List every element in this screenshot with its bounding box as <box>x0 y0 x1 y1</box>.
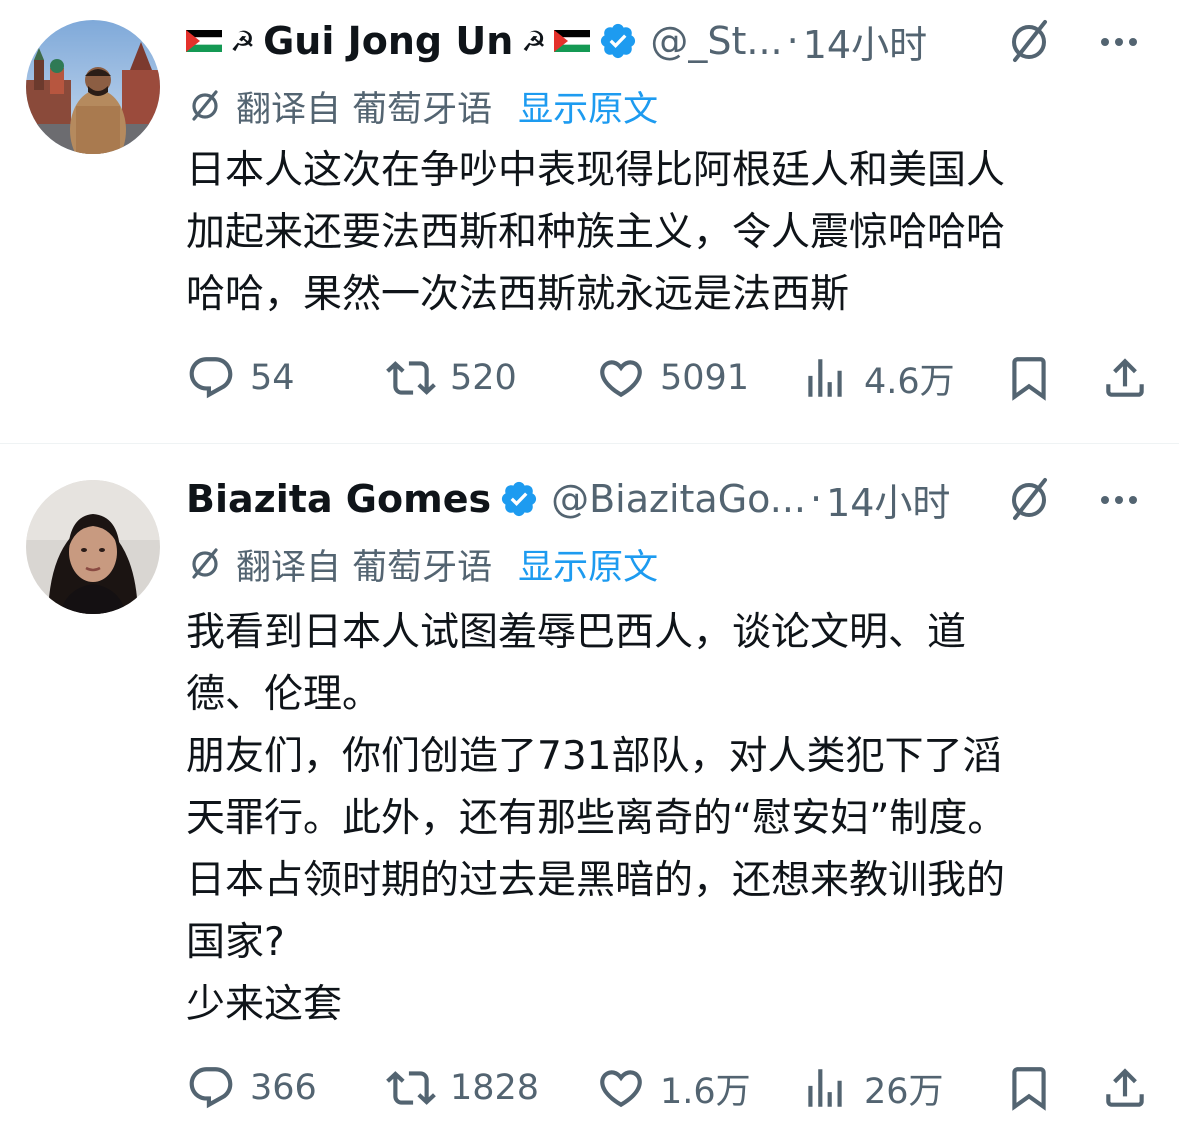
display-name[interactable]: ☭ Gui Jong Un ☭ <box>186 19 591 63</box>
reply-button[interactable]: 54 <box>186 350 295 406</box>
tweet[interactable]: ☭ Gui Jong Un ☭ @_St... · 14小时 翻译自 葡萄牙语 … <box>0 0 1179 443</box>
retweet-button[interactable]: 520 <box>386 350 517 406</box>
show-original-link[interactable]: 显示原文 <box>518 81 658 132</box>
like-button[interactable]: 1.6万 <box>596 1060 751 1116</box>
timestamp[interactable]: 14小时 <box>826 472 950 527</box>
views-chart-icon <box>808 359 842 397</box>
palestine-flag-icon <box>554 30 591 52</box>
avatar-image <box>26 480 160 614</box>
handle[interactable]: @_St... <box>650 19 782 63</box>
translation-note: 翻译自 葡萄牙语 显示原文 <box>186 540 658 588</box>
verified-badge-icon[interactable] <box>499 479 539 519</box>
tweet-text-line: 日本占领时期的过去是黑暗的，还想来教训我的 <box>186 858 1006 903</box>
reply-button[interactable]: 366 <box>186 1060 317 1116</box>
bookmark-icon <box>1012 357 1046 401</box>
tweet-text-line: 天罪行。此外，还有那些离奇的“慰安妇”制度。 <box>186 796 1007 841</box>
tweet-text-line: 德、伦理。 <box>186 672 382 717</box>
avatar-image <box>26 20 160 154</box>
tweet-text-line: 朋友们，你们创造了731部队，对人类犯下了滔 <box>186 734 1002 779</box>
tweet[interactable]: Biazita Gomes @BiazitaGo... · 14小时 翻译自 葡… <box>0 444 1179 1140</box>
share-button[interactable] <box>1100 1060 1150 1116</box>
action-bar: 366 1828 1.6万 26万 <box>186 1060 1153 1116</box>
tweet-text-line: 我看到日本人试图羞辱巴西人，谈论文明、道 <box>186 610 967 655</box>
tweet-text-line: 日本人这次在争吵中表现得比阿根廷人和美国人 <box>186 148 1006 193</box>
tweet-text-line: 哈哈，果然一次法西斯就永远是法西斯 <box>186 272 850 317</box>
share-button[interactable] <box>1100 350 1150 406</box>
views-count: 4.6万 <box>864 361 955 402</box>
tweet-text: 我看到日本人试图羞辱巴西人，谈论文明、道 德、伦理。 朋友们，你们创造了731部… <box>186 602 1146 1036</box>
retweet-count: 1828 <box>450 1068 540 1108</box>
separator: · <box>786 19 799 63</box>
more-options-icon[interactable] <box>1093 474 1145 526</box>
views-button[interactable]: 4.6万 <box>800 350 955 406</box>
retweet-count: 520 <box>450 358 517 398</box>
hammer-sickle-icon: ☭ <box>230 24 256 58</box>
retweet-button[interactable]: 1828 <box>386 1060 539 1116</box>
tweet-text-line: 国家? <box>186 920 285 965</box>
bookmark-icon <box>1012 1067 1046 1111</box>
reply-icon <box>189 1067 233 1109</box>
translation-label: 翻译自 葡萄牙语 <box>236 89 493 130</box>
heart-icon <box>600 1070 642 1108</box>
display-name-text: Gui Jong Un <box>263 19 514 63</box>
grok-icon[interactable] <box>1003 474 1055 526</box>
grok-translate-icon <box>192 548 218 579</box>
avatar[interactable] <box>26 20 160 154</box>
reply-count: 366 <box>250 1068 317 1108</box>
palestine-flag-icon <box>186 30 222 52</box>
more-options-icon[interactable] <box>1093 16 1145 68</box>
show-original-link[interactable]: 显示原文 <box>518 539 658 590</box>
bookmark-button[interactable] <box>1004 350 1054 406</box>
views-count: 26万 <box>864 1071 944 1112</box>
translation-note: 翻译自 葡萄牙语 显示原文 <box>186 82 658 130</box>
like-count: 1.6万 <box>660 1071 751 1112</box>
like-button[interactable]: 5091 <box>596 350 749 406</box>
tweet-text-line: 少来这套 <box>186 982 343 1027</box>
tweet-text: 日本人这次在争吵中表现得比阿根廷人和美国人 加起来还要法西斯和种族主义，令人震惊… <box>186 140 1146 326</box>
views-chart-icon <box>808 1069 842 1107</box>
tweet-text-line: 加起来还要法西斯和种族主义，令人震惊哈哈哈 <box>186 210 1006 255</box>
share-icon <box>1106 358 1144 397</box>
reply-icon <box>189 357 233 399</box>
display-name-text: Biazita Gomes <box>186 477 492 521</box>
retweet-icon <box>386 1071 436 1105</box>
tweet-header: ☭ Gui Jong Un ☭ @_St... · 14小时 <box>186 14 1159 69</box>
like-count: 5091 <box>660 358 750 398</box>
display-name[interactable]: Biazita Gomes <box>186 477 491 521</box>
avatar[interactable] <box>26 480 160 614</box>
reply-count: 54 <box>250 358 295 398</box>
timestamp[interactable]: 14小时 <box>803 14 927 69</box>
retweet-icon <box>386 361 436 395</box>
translation-label: 翻译自 葡萄牙语 <box>236 547 493 588</box>
grok-translate-icon <box>192 90 218 121</box>
views-button[interactable]: 26万 <box>800 1060 944 1116</box>
grok-icon[interactable] <box>1003 16 1055 68</box>
separator: · <box>809 477 823 521</box>
verified-badge-icon[interactable] <box>598 21 638 61</box>
action-bar: 54 520 5091 4.6万 <box>186 350 1153 406</box>
hammer-sickle-icon: ☭ <box>521 24 547 58</box>
tweet-header: Biazita Gomes @BiazitaGo... · 14小时 <box>186 472 1159 527</box>
heart-icon <box>600 360 642 398</box>
handle[interactable]: @BiazitaGo... <box>551 477 806 521</box>
share-icon <box>1106 1068 1144 1107</box>
bookmark-button[interactable] <box>1004 1060 1054 1116</box>
